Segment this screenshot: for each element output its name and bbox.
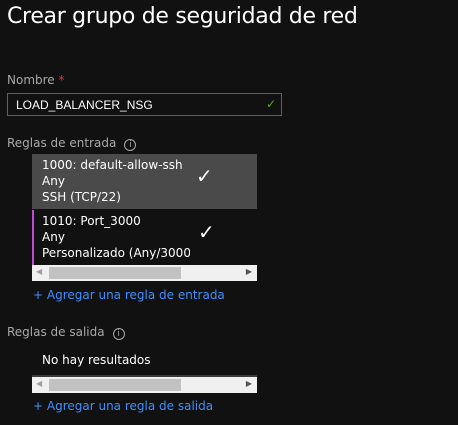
inbound-label-text: Reglas de entrada [7,136,117,150]
rule-service: SSH (TCP/22) [42,190,121,204]
info-icon[interactable]: i [124,139,137,151]
required-mark: * [58,73,65,87]
scroll-left-icon[interactable]: ◀ [36,267,42,276]
outbound-label: Reglas de salida i [7,325,125,340]
scroll-thumb[interactable] [49,379,181,391]
add-inbound-rule-link[interactable]: + Agregar una regla de entrada [33,288,225,302]
rule-name: 1000: default-allow-ssh [42,158,183,172]
scroll-right-icon[interactable]: ▶ [246,379,252,388]
rule-service: Personalizado (Any/3000) [42,246,190,260]
name-label-text: Nombre [7,73,55,87]
outbound-scrollbar[interactable]: ◀ ▶ [32,377,257,393]
info-icon[interactable]: i [112,328,125,340]
rule-name: 1010: Port_3000 [42,214,141,228]
name-input[interactable] [7,93,282,116]
inbound-rule-row[interactable]: 1000: default-allow-ssh Any SSH (TCP/22)… [32,154,257,209]
page-title: Crear grupo de seguridad de red [7,4,358,29]
valid-check-icon: ✓ [266,97,277,111]
rule-source: Any [42,174,65,188]
inbound-scrollbar[interactable]: ◀ ▶ [32,265,257,281]
scroll-right-icon[interactable]: ▶ [246,267,252,276]
scroll-thumb[interactable] [49,267,181,279]
outbound-label-text: Reglas de salida [7,325,105,339]
add-outbound-rule-link[interactable]: + Agregar una regla de salida [33,399,213,413]
inbound-label: Reglas de entrada i [7,136,137,151]
name-label: Nombre * [7,73,65,87]
check-icon: ✓ [196,164,213,188]
check-icon: ✓ [198,220,215,244]
rule-source: Any [42,230,65,244]
inbound-rule-row[interactable]: 1010: Port_3000 Any Personalizado (Any/3… [32,210,257,265]
no-results-text: No hay resultados [42,353,151,367]
scroll-left-icon[interactable]: ◀ [36,379,42,388]
